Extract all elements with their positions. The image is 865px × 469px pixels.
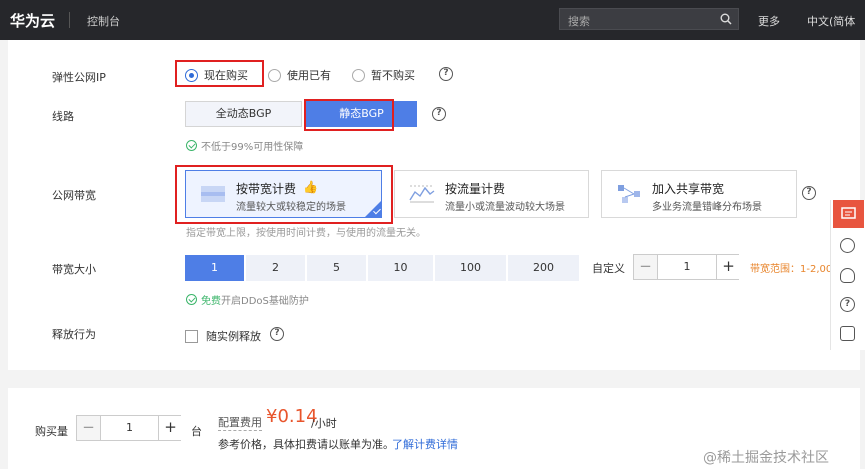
bandwidth-option[interactable]: 200 (508, 255, 580, 281)
help-icon[interactable]: ? (802, 186, 816, 200)
line-hint: 不低于99%可用性保障 (186, 138, 303, 153)
card-title: 按流量计费 (445, 182, 506, 196)
billing-card-shared[interactable]: 加入共享带宽 多业务流量错峰分布场景 (601, 170, 797, 218)
feedback-icon[interactable] (840, 238, 855, 253)
bandwidth-option[interactable]: 1 (185, 255, 245, 281)
fee-label[interactable]: 配置费用 (218, 414, 262, 431)
bandwidth-option[interactable]: 5 (307, 255, 367, 281)
radio-icon (268, 68, 281, 82)
bandwidth-stepper[interactable]: − 1 + (633, 254, 740, 280)
eip-option-buy-now[interactable]: 现在购买 (185, 67, 248, 83)
search-placeholder: 搜索 (568, 15, 590, 28)
card-desc: 多业务流量错峰分布场景 (652, 202, 762, 213)
line-label: 线路 (52, 110, 74, 123)
bandwidth-option[interactable]: 100 (435, 255, 507, 281)
increment-button[interactable]: + (158, 416, 182, 440)
line-hint-text: 不低于99%可用性保障 (201, 142, 304, 153)
checkbox-label: 随实例释放 (206, 330, 261, 343)
quantity-stepper[interactable]: − 1 + (76, 415, 182, 441)
release-with-instance-checkbox[interactable]: 随实例释放 (185, 328, 261, 344)
decrement-button[interactable]: − (634, 255, 658, 279)
radio-checked-icon (185, 68, 198, 82)
eip-option-none[interactable]: 暂不购买 (352, 67, 415, 83)
bandwidth-value[interactable]: 1 (658, 260, 716, 273)
price-value: ¥0.14 (266, 406, 318, 427)
divider (69, 12, 70, 28)
ddos-text: 开启DDoS基础防护 (221, 296, 309, 307)
traffic-chart-icon (409, 185, 435, 203)
decrement-button[interactable]: − (77, 416, 101, 440)
search-icon[interactable] (720, 13, 732, 25)
brand-logo[interactable]: 华为云 (10, 10, 55, 31)
bandwidth-size-label: 带宽大小 (52, 263, 96, 276)
increment-button[interactable]: + (716, 255, 740, 279)
bandwidth-option[interactable]: 2 (246, 255, 306, 281)
shared-network-icon (618, 185, 640, 203)
quantity-value[interactable]: 1 (101, 421, 158, 434)
billing-hint: 指定带宽上限，按使用时间计费，与使用的流量无关。 (186, 228, 426, 239)
price-note: 参考价格，具体扣费请以账单为准。 (218, 438, 394, 451)
watermark: @稀土掘金技术社区 (703, 450, 829, 466)
language-switch[interactable]: 中文(简体 (807, 13, 855, 29)
eip-label: 弹性公网IP (52, 71, 106, 84)
console-link[interactable]: 控制台 (87, 13, 120, 29)
help-icon[interactable]: ? (432, 107, 446, 121)
check-circle-icon (186, 294, 197, 305)
billing-card-by-traffic[interactable]: 按流量计费 流量小或流量波动较大场景 (394, 170, 589, 218)
release-label: 释放行为 (52, 328, 96, 341)
headset-icon[interactable] (840, 268, 855, 283)
custom-bandwidth-label: 自定义 (592, 262, 625, 275)
billing-detail-link[interactable]: 了解计费详情 (392, 436, 458, 452)
eip-option-use-existing[interactable]: 使用已有 (268, 67, 331, 83)
check-circle-icon (186, 140, 197, 151)
price-unit: /小时 (311, 417, 337, 430)
card-title: 加入共享带宽 (652, 182, 725, 196)
ddos-free-badge: 免费 (201, 296, 221, 307)
checkbox-icon (185, 329, 198, 343)
chat-icon[interactable] (833, 200, 864, 228)
help-icon[interactable]: ? (840, 297, 855, 312)
quantity-label: 购买量 (35, 425, 68, 438)
help-icon[interactable]: ? (439, 67, 453, 81)
help-icon[interactable]: ? (270, 327, 284, 341)
quantity-unit: 台 (191, 425, 202, 438)
top-navigation-bar: 华为云 控制台 搜索 更多 中文(简体 (0, 0, 865, 40)
radio-icon (352, 68, 365, 82)
edit-icon[interactable] (840, 326, 855, 341)
ddos-hint: 免费 开启DDoS基础防护 (186, 292, 309, 307)
more-menu[interactable]: 更多 (758, 13, 780, 29)
bandwidth-range: 带宽范围：1-2,00 (750, 264, 833, 275)
bandwidth-option[interactable]: 10 (368, 255, 434, 281)
highlight-box (175, 165, 393, 224)
floating-toolbar: ? (830, 200, 865, 350)
search-input[interactable]: 搜索 (559, 8, 739, 30)
card-desc: 流量小或流量波动较大场景 (445, 202, 565, 213)
eip-option-label: 暂不购买 (371, 69, 415, 82)
line-option-dynamic-bgp[interactable]: 全动态BGP (185, 101, 302, 127)
eip-option-label: 使用已有 (287, 69, 331, 82)
eip-option-label: 现在购买 (204, 69, 248, 82)
bandwidth-billing-label: 公网带宽 (52, 189, 96, 202)
highlight-box (304, 99, 394, 131)
